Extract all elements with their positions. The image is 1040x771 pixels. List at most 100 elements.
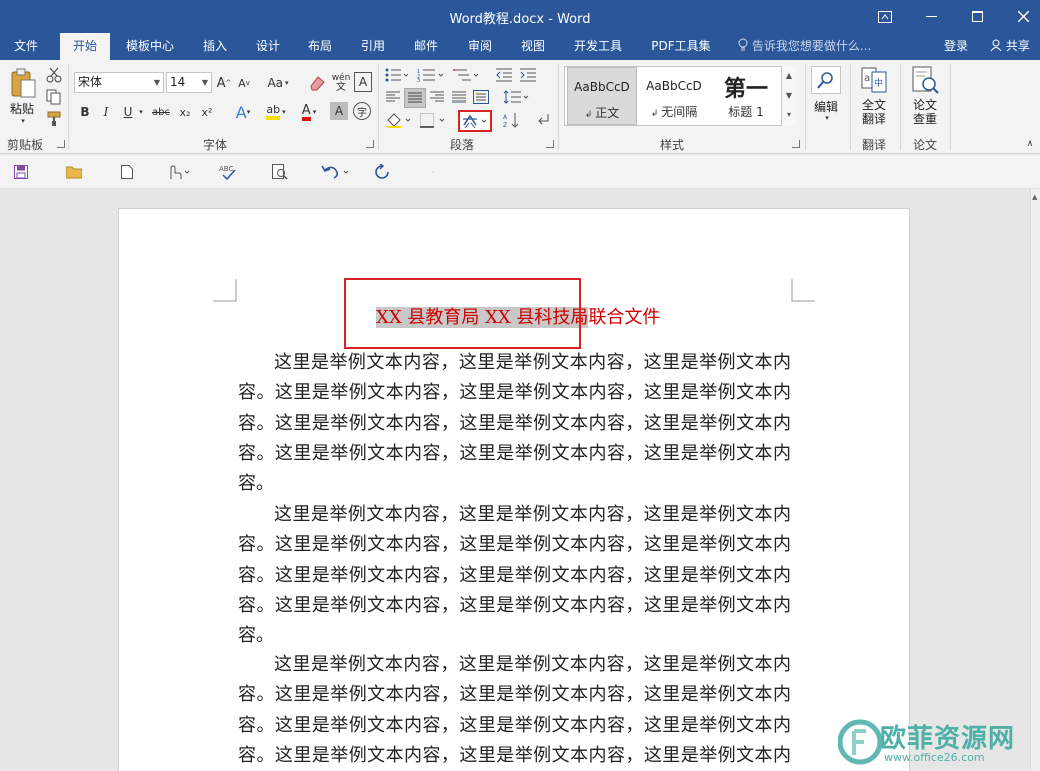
numbering-button[interactable]: 123 (416, 66, 448, 84)
body-paragraph[interactable]: 这里是举例文本内容，这里是举例文本内容，这里是举例文本内容。这里是举例文本内容，… (238, 650, 791, 771)
paper-check-button[interactable] (910, 66, 940, 94)
open-button[interactable] (64, 163, 84, 181)
close-button[interactable] (1000, 0, 1040, 33)
collapse-ribbon-button[interactable]: ∧ (1024, 138, 1036, 150)
font-name-combo[interactable]: 宋体 ▼ (74, 72, 164, 93)
tab-view[interactable]: 视图 (515, 33, 551, 60)
tab-file[interactable]: 文件 (0, 33, 52, 60)
editing-dropdown-chevron-icon[interactable]: ▾ (822, 114, 832, 122)
more-styles-icon[interactable]: ▾ (782, 106, 796, 124)
styles-group-label: 样式 (659, 138, 684, 152)
decrease-indent-button[interactable] (494, 66, 514, 84)
subscript-button[interactable]: x₂ (176, 102, 194, 122)
bullets-button[interactable] (384, 66, 412, 84)
tab-template-center[interactable]: 模板中心 (118, 33, 182, 60)
styles-gallery-scroll[interactable]: ▲ ▼ ▾ (781, 66, 796, 126)
redo-button[interactable] (372, 163, 392, 181)
font-size-value: 14 (170, 75, 186, 89)
character-shading-button[interactable]: A (330, 102, 348, 120)
translate-group-label: 翻译 (861, 138, 886, 152)
superscript-button[interactable]: x² (198, 102, 216, 122)
group-separator (950, 64, 951, 150)
shading-button[interactable] (384, 110, 414, 130)
cut-button[interactable] (44, 66, 64, 84)
copy-button[interactable] (44, 88, 64, 106)
undo-button[interactable] (320, 163, 352, 181)
maximize-button[interactable] (954, 0, 1000, 33)
line-spacing-button[interactable] (502, 88, 530, 106)
align-right-button[interactable] (428, 88, 446, 106)
tell-me-box[interactable]: 告诉我您想要做什么... (738, 33, 871, 60)
enclose-characters-icon: 字 (357, 107, 367, 119)
phonetic-guide-button[interactable]: wén 文 (330, 72, 352, 94)
shrink-font-button[interactable]: Av (236, 73, 252, 93)
chinese-layout-button[interactable] (458, 110, 492, 132)
tab-review[interactable]: 审阅 (462, 33, 498, 60)
tab-references[interactable]: 引用 (355, 33, 391, 60)
tab-insert[interactable]: 插入 (196, 33, 234, 60)
tab-developer[interactable]: 开发工具 (566, 33, 630, 60)
paste-dropdown-chevron-icon[interactable]: ▾ (18, 117, 28, 125)
text-effects-button[interactable]: A ▾ (230, 101, 256, 123)
distribute-column-button[interactable] (472, 88, 490, 106)
clipboard-dialog-launcher[interactable] (57, 140, 65, 148)
eraser-icon (310, 76, 325, 91)
ribbon-tab-bar: 文件 开始 模板中心 插入 设计 布局 引用 邮件 审阅 视图 开发工具 PDF… (0, 33, 1040, 60)
save-button[interactable] (12, 163, 30, 181)
full-text-translate-button[interactable]: a中 (860, 66, 888, 94)
customize-qat-icon[interactable]: · (428, 167, 438, 177)
clear-formatting-button[interactable] (306, 72, 328, 94)
show-hide-marks-button[interactable] (534, 110, 552, 130)
decrease-indent-icon (496, 68, 512, 82)
body-paragraph[interactable]: 这里是举例文本内容，这里是举例文本内容，这里是举例文本内容。这里是举例文本内容，… (238, 500, 791, 651)
chevron-down-icon[interactable]: ▼ (782, 86, 796, 106)
paste-button[interactable] (8, 66, 38, 100)
style-heading-1[interactable]: 第一 标题 1 (711, 67, 781, 125)
style-normal[interactable]: AaBbCcD ↲ 正文 (567, 67, 637, 125)
login-link[interactable]: 登录 (944, 33, 968, 60)
italic-button[interactable]: I (98, 102, 114, 122)
change-case-button[interactable]: Aa ▾ (264, 73, 292, 93)
touch-mode-button[interactable] (164, 163, 192, 181)
styles-dialog-launcher[interactable] (792, 140, 800, 148)
paste-icon (11, 68, 36, 98)
editing-label: 编辑 (813, 100, 838, 114)
vertical-scrollbar[interactable]: ▲ (1030, 189, 1040, 771)
multilevel-list-button[interactable] (452, 66, 480, 84)
chevron-up-icon[interactable]: ▲ (782, 66, 796, 86)
strikethrough-button[interactable]: abc (150, 102, 172, 122)
borders-button[interactable] (418, 110, 448, 130)
underline-dropdown-chevron-icon[interactable]: ▾ (136, 102, 146, 122)
new-document-button[interactable] (118, 163, 136, 181)
grow-font-button[interactable]: A ^ (216, 73, 232, 93)
minimize-button[interactable] (908, 0, 954, 33)
scroll-up-icon[interactable]: ▲ (1032, 193, 1037, 201)
share-button[interactable]: 共享 (980, 33, 1040, 60)
distributed-button[interactable] (450, 88, 468, 106)
bold-button[interactable]: B (77, 102, 93, 122)
highlight-color-button[interactable]: ab ▾ (262, 101, 290, 123)
underline-button[interactable]: U (120, 102, 136, 122)
tab-layout[interactable]: 布局 (302, 33, 338, 60)
character-border-button[interactable]: A (354, 72, 372, 92)
tab-design[interactable]: 设计 (250, 33, 286, 60)
editing-button[interactable] (811, 66, 841, 94)
tab-pdf-tools[interactable]: PDF工具集 (644, 33, 718, 60)
ribbon-display-options-button[interactable] (862, 0, 908, 33)
format-painter-button[interactable] (44, 110, 64, 128)
font-dialog-launcher[interactable] (366, 140, 374, 148)
align-left-button[interactable] (384, 88, 402, 106)
tab-mailings[interactable]: 邮件 (408, 33, 444, 60)
paragraph-dialog-launcher[interactable] (546, 140, 554, 148)
print-preview-button[interactable] (270, 163, 290, 181)
body-paragraph[interactable]: 这里是举例文本内容，这里是举例文本内容，这里是举例文本内容。这里是举例文本内容，… (238, 348, 791, 499)
style-no-spacing[interactable]: AaBbCcD ↲ 无间隔 (639, 67, 709, 125)
sort-button[interactable]: AZ (502, 110, 522, 130)
enclose-characters-button[interactable]: 字 (353, 102, 371, 120)
justify-button[interactable] (404, 88, 426, 108)
spelling-check-button[interactable]: ABC (218, 163, 238, 181)
tab-home[interactable]: 开始 (60, 33, 110, 60)
increase-indent-button[interactable] (518, 66, 538, 84)
font-color-button[interactable]: A ▾ (295, 101, 323, 123)
font-size-combo[interactable]: 14 ▼ (166, 72, 212, 93)
